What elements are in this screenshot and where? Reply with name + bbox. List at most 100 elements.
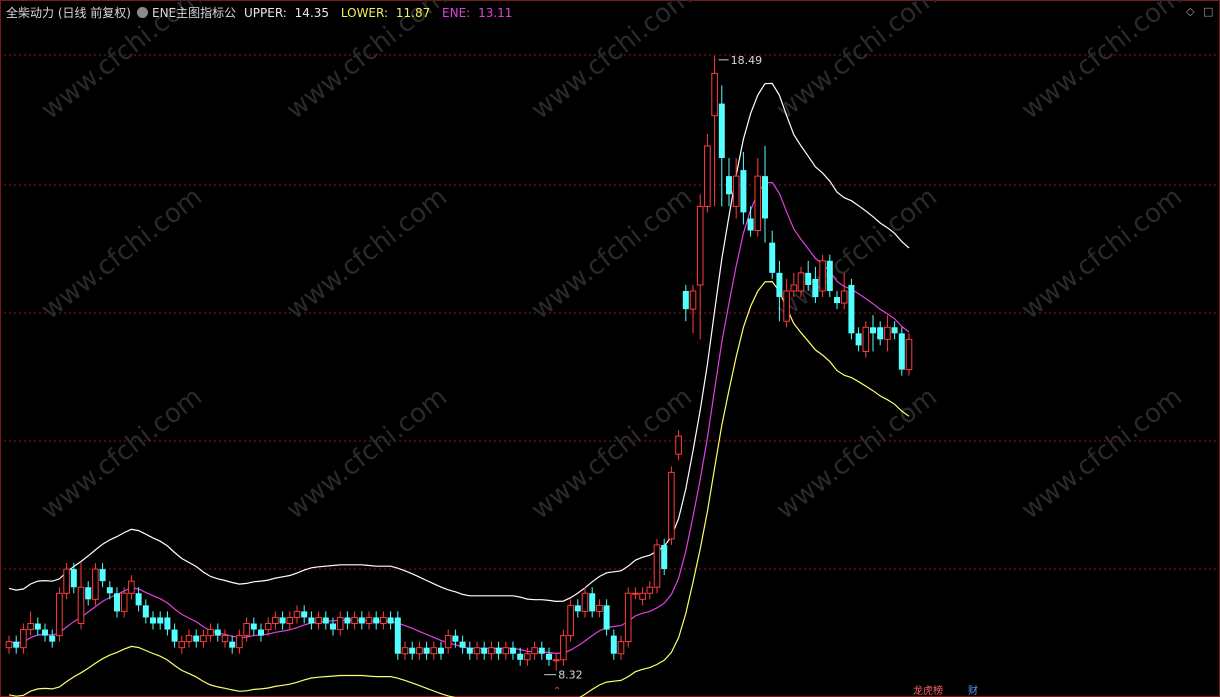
candle-body bbox=[106, 587, 113, 594]
candle-body bbox=[135, 593, 142, 606]
candle-body bbox=[394, 617, 401, 654]
candle-body bbox=[236, 635, 243, 649]
candle-body bbox=[848, 284, 855, 334]
candle-body bbox=[639, 592, 646, 600]
candle-body bbox=[682, 291, 689, 310]
candle-body bbox=[444, 635, 452, 649]
candle-body bbox=[56, 592, 63, 637]
candle-body bbox=[840, 290, 848, 304]
candle-body bbox=[229, 641, 236, 648]
candle-body bbox=[481, 647, 488, 654]
candle-body bbox=[293, 610, 301, 618]
candle-body bbox=[178, 641, 186, 649]
candle-body bbox=[740, 170, 747, 213]
candle-body bbox=[430, 647, 438, 655]
watermark-text: www.cfchi.com bbox=[771, 382, 943, 526]
candle-body bbox=[855, 333, 862, 346]
candle-body bbox=[452, 635, 459, 642]
candle-body bbox=[34, 623, 41, 630]
candle-body bbox=[92, 568, 99, 600]
candle-body bbox=[689, 290, 697, 310]
low-annotation: 8.32 bbox=[558, 669, 583, 682]
candle-body bbox=[826, 260, 833, 291]
candle-body bbox=[617, 641, 625, 655]
candle-body bbox=[675, 435, 682, 455]
candle-body bbox=[546, 653, 552, 660]
candle-body bbox=[142, 605, 149, 618]
candle-body bbox=[560, 635, 567, 661]
candle-body bbox=[762, 176, 768, 219]
candle-body bbox=[790, 284, 798, 292]
watermark-text: www.cfchi.com bbox=[1016, 382, 1188, 526]
stock-name: 全柴动力 (日线 前复权) bbox=[6, 6, 131, 20]
candle-body bbox=[581, 592, 589, 612]
candle-body bbox=[603, 605, 610, 630]
candle-body bbox=[459, 641, 466, 648]
watermark-text: www.cfchi.com bbox=[526, 182, 698, 326]
candle-body bbox=[877, 327, 884, 340]
candle-body bbox=[718, 103, 725, 158]
price-chart[interactable]: www.cfchi.com www.cfchi.com www.cfchi.com w… bbox=[0, 0, 1220, 697]
watermark-text: www.cfchi.com bbox=[771, 182, 943, 326]
candle-body bbox=[510, 647, 516, 654]
candle-body bbox=[207, 629, 214, 637]
candle-body bbox=[243, 623, 250, 637]
candle-body bbox=[538, 647, 545, 654]
candle-body bbox=[726, 176, 732, 195]
settings-dot-icon[interactable] bbox=[137, 7, 148, 18]
watermark-text: www.cfchi.com bbox=[36, 182, 208, 326]
candle-body bbox=[589, 593, 596, 612]
candle-body bbox=[99, 569, 106, 582]
indicator-name[interactable]: ENE主图指标公 bbox=[152, 6, 236, 20]
candle-body bbox=[905, 338, 913, 371]
candle-body bbox=[49, 635, 56, 642]
candle-body bbox=[646, 586, 654, 594]
candle-body bbox=[120, 592, 128, 612]
chart-legend: 全柴动力 (日线 前复权) ENE主图指标公 UPPER: 14.35 LOWER… bbox=[6, 4, 520, 21]
candle-body bbox=[409, 647, 416, 654]
restore-icon[interactable]: □ bbox=[1203, 5, 1213, 18]
candle-body bbox=[315, 616, 322, 624]
candle-body bbox=[214, 629, 221, 636]
candle-body bbox=[221, 635, 229, 643]
candle-body bbox=[308, 617, 315, 624]
candle-body bbox=[797, 272, 805, 292]
candle-body bbox=[250, 623, 257, 630]
candle-body bbox=[711, 72, 718, 117]
candle-body bbox=[502, 647, 510, 655]
candle-body bbox=[185, 635, 193, 643]
candle-body bbox=[401, 647, 409, 655]
upper-band-line bbox=[8, 82, 910, 603]
watermark-text: www.cfchi.com bbox=[771, 0, 943, 126]
candle-body bbox=[891, 327, 898, 334]
candle-body bbox=[380, 616, 387, 624]
watermark-text: www.cfchi.com bbox=[36, 382, 208, 526]
candle-body bbox=[358, 617, 365, 624]
candle-body bbox=[552, 659, 560, 662]
diamond-icon[interactable]: ◇ bbox=[1186, 5, 1194, 18]
candle-body bbox=[776, 272, 783, 298]
candle-body bbox=[373, 617, 380, 624]
lower-band-line bbox=[8, 280, 910, 697]
candle-body bbox=[732, 175, 740, 207]
candle-body bbox=[85, 587, 92, 600]
candle-body bbox=[870, 327, 876, 334]
candle-body bbox=[567, 604, 574, 637]
candle-body bbox=[344, 617, 351, 624]
watermark-text: www.cfchi.com bbox=[1016, 182, 1188, 326]
candle-body bbox=[783, 290, 790, 322]
bottom-marker: 龙虎榜 bbox=[913, 684, 943, 697]
candle-body bbox=[193, 635, 200, 642]
candle-body bbox=[862, 326, 870, 352]
candle-body bbox=[5, 641, 13, 649]
candle-body bbox=[279, 617, 286, 624]
candle-body bbox=[769, 242, 776, 273]
candle-body bbox=[351, 616, 358, 624]
candle-body bbox=[632, 592, 639, 595]
candle-body bbox=[286, 616, 294, 624]
candle-body bbox=[819, 260, 826, 292]
candle-body bbox=[387, 617, 394, 624]
candle-body bbox=[200, 635, 207, 643]
candle-body bbox=[336, 616, 344, 631]
candle-body bbox=[574, 605, 581, 612]
